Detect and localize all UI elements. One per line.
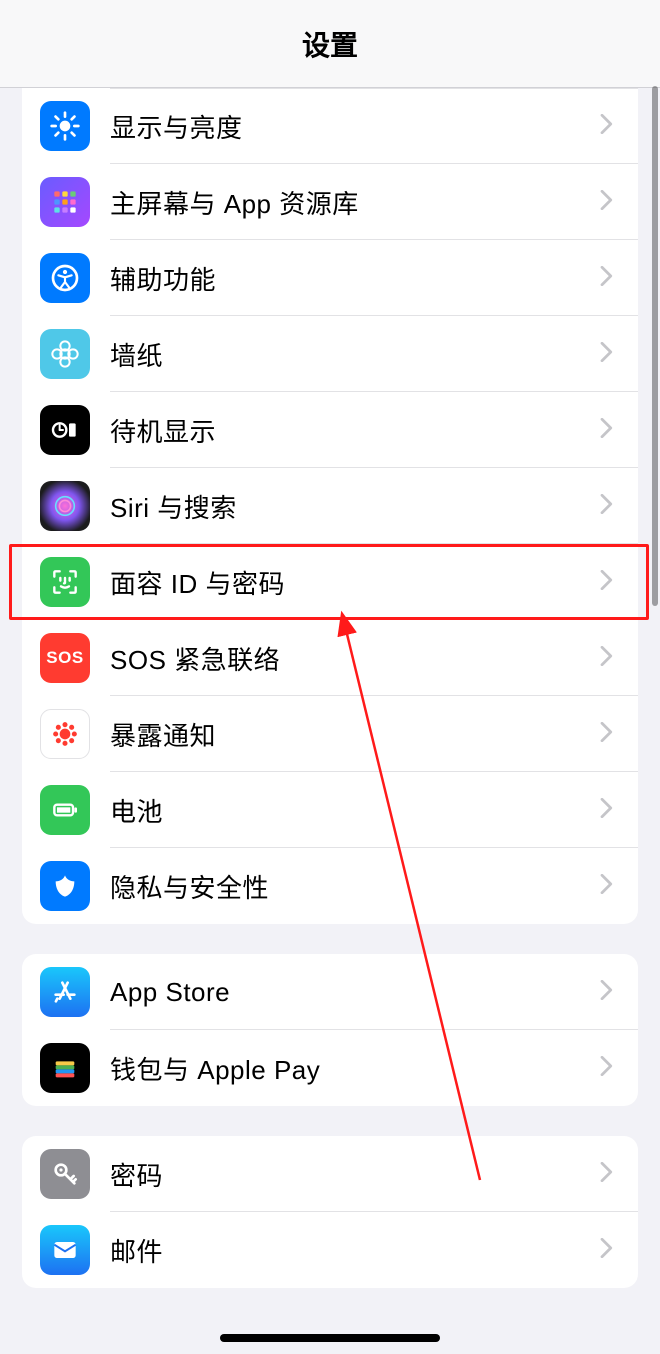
chevron-right-icon: [600, 980, 616, 1004]
siri-icon: [40, 481, 90, 531]
row-label: 电池: [110, 792, 600, 829]
settings-group-general: 显示与亮度 主屏幕与 App 资源库 辅助功能 墙纸: [22, 88, 638, 924]
wallet-icon: [40, 1043, 90, 1093]
chevron-right-icon: [600, 874, 616, 898]
chevron-right-icon: [600, 1056, 616, 1080]
wallpaper-icon: [40, 329, 90, 379]
chevron-right-icon: [600, 266, 616, 290]
row-label: 显示与亮度: [110, 108, 600, 145]
chevron-right-icon: [600, 190, 616, 214]
row-label: 邮件: [110, 1232, 600, 1269]
settings-group-accounts: 密码 邮件: [22, 1136, 638, 1288]
home-indicator: [220, 1334, 440, 1342]
chevron-right-icon: [600, 418, 616, 442]
row-accessibility[interactable]: 辅助功能: [22, 240, 638, 316]
key-icon: [40, 1149, 90, 1199]
row-privacy-security[interactable]: 隐私与安全性: [22, 848, 638, 924]
scroll-indicator: [652, 86, 658, 606]
row-label: App Store: [110, 977, 600, 1008]
chevron-right-icon: [600, 646, 616, 670]
row-wallet-apple-pay[interactable]: 钱包与 Apple Pay: [22, 1030, 638, 1106]
row-label: 密码: [110, 1156, 600, 1193]
row-display-brightness[interactable]: 显示与亮度: [22, 88, 638, 164]
row-app-store[interactable]: App Store: [22, 954, 638, 1030]
standby-icon: [40, 405, 90, 455]
chevron-right-icon: [600, 114, 616, 138]
chevron-right-icon: [600, 570, 616, 594]
battery-icon: [40, 785, 90, 835]
exposure-icon: [40, 709, 90, 759]
mail-icon: [40, 1225, 90, 1275]
face-id-icon: [40, 557, 90, 607]
row-label: 主屏幕与 App 资源库: [110, 184, 600, 221]
chevron-right-icon: [600, 722, 616, 746]
row-face-id-passcode[interactable]: 面容 ID 与密码: [22, 544, 638, 620]
settings-list: 显示与亮度 主屏幕与 App 资源库 辅助功能 墙纸: [0, 88, 660, 1328]
row-label: 墙纸: [110, 336, 600, 373]
chevron-right-icon: [600, 342, 616, 366]
chevron-right-icon: [600, 1238, 616, 1262]
row-label: 钱包与 Apple Pay: [110, 1050, 600, 1087]
app-grid-icon: [40, 177, 90, 227]
chevron-right-icon: [600, 1162, 616, 1186]
page-title: 设置: [302, 24, 358, 64]
app-store-icon: [40, 967, 90, 1017]
row-label: Siri 与搜索: [110, 488, 600, 525]
chevron-right-icon: [600, 798, 616, 822]
row-label: 面容 ID 与密码: [110, 564, 600, 601]
header: 设置: [0, 0, 660, 88]
row-standby[interactable]: 待机显示: [22, 392, 638, 468]
row-exposure-notifications[interactable]: 暴露通知: [22, 696, 638, 772]
accessibility-icon: [40, 253, 90, 303]
row-label: 隐私与安全性: [110, 868, 600, 905]
row-wallpaper[interactable]: 墙纸: [22, 316, 638, 392]
settings-group-store: App Store 钱包与 Apple Pay: [22, 954, 638, 1106]
row-mail[interactable]: 邮件: [22, 1212, 638, 1288]
privacy-icon: [40, 861, 90, 911]
chevron-right-icon: [600, 494, 616, 518]
row-emergency-sos[interactable]: SOS SOS 紧急联络: [22, 620, 638, 696]
row-label: SOS 紧急联络: [110, 640, 600, 677]
sos-icon: SOS: [40, 633, 90, 683]
row-home-screen[interactable]: 主屏幕与 App 资源库: [22, 164, 638, 240]
row-siri-search[interactable]: Siri 与搜索: [22, 468, 638, 544]
row-battery[interactable]: 电池: [22, 772, 638, 848]
row-label: 辅助功能: [110, 260, 600, 297]
brightness-icon: [40, 101, 90, 151]
row-passwords[interactable]: 密码: [22, 1136, 638, 1212]
row-label: 待机显示: [110, 412, 600, 449]
row-label: 暴露通知: [110, 716, 600, 753]
